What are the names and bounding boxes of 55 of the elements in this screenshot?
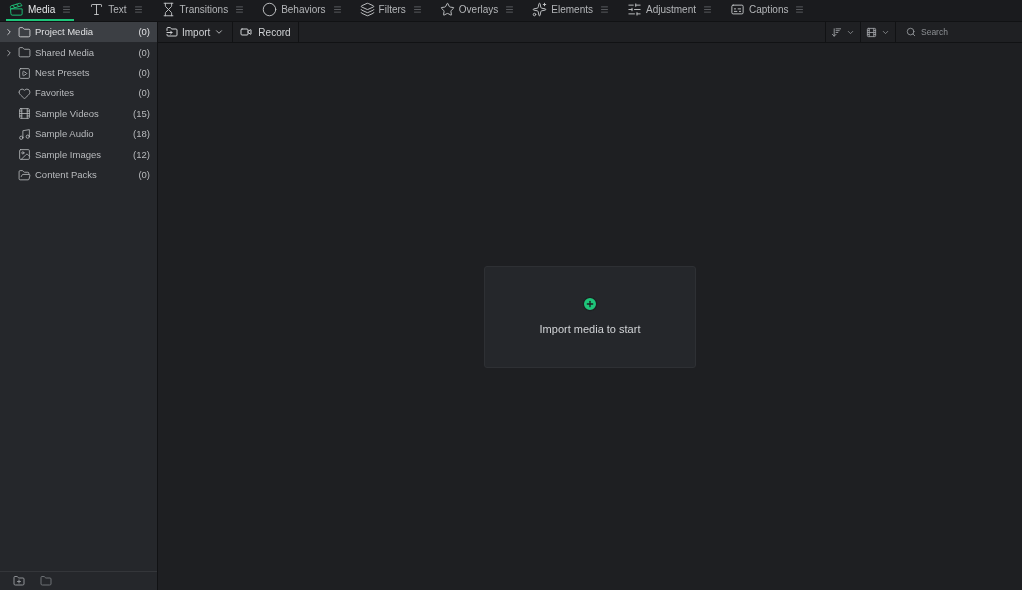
- sidebar-item[interactable]: Shared Media (0): [0, 42, 157, 63]
- sidebar-item[interactable]: Nest Presets (0): [0, 63, 157, 84]
- play-square-icon: [18, 66, 31, 80]
- sidebar-item[interactable]: Sample Audio (18): [0, 124, 157, 145]
- star-icon: [439, 2, 455, 17]
- folder-icon: [18, 46, 31, 60]
- folder-icon: [18, 168, 31, 182]
- film-icon: [18, 107, 31, 121]
- new-folder-icon[interactable]: [13, 575, 25, 587]
- sidebar-item[interactable]: Content Packs (0): [0, 165, 157, 186]
- tab[interactable]: Overlays: [436, 0, 518, 21]
- menu-icon[interactable]: [703, 5, 712, 14]
- sidebar-item[interactable]: Project Media (0): [0, 22, 157, 43]
- menu-icon[interactable]: [600, 5, 609, 14]
- chevron-down-icon: [214, 27, 225, 37]
- clapperboard-icon: [9, 2, 24, 17]
- menu-icon[interactable]: [332, 5, 342, 14]
- tab[interactable]: Behaviors: [259, 0, 345, 21]
- import-button[interactable]: Import: [158, 22, 234, 42]
- menu-icon[interactable]: [795, 5, 805, 14]
- folder-icon[interactable]: [40, 575, 52, 587]
- menu-icon[interactable]: [505, 5, 515, 14]
- sliders-icon: [627, 2, 642, 17]
- sidebar-item[interactable]: Sample Videos (15): [0, 103, 157, 124]
- camera-icon: [240, 26, 253, 38]
- sort-icon: [831, 26, 842, 38]
- music-icon: [18, 127, 31, 141]
- text-icon: [89, 2, 105, 17]
- chevron-icon[interactable]: [4, 27, 14, 38]
- search-field[interactable]: Search: [921, 25, 1021, 39]
- film-icon: [866, 26, 877, 38]
- record-button[interactable]: Record: [233, 22, 299, 42]
- menu-icon[interactable]: [235, 5, 245, 14]
- captions-icon: [730, 2, 745, 17]
- search-icon: [906, 27, 916, 37]
- empty-message: Import media to start: [539, 321, 641, 337]
- heart-icon: [18, 87, 31, 101]
- folder-icon: [166, 26, 178, 38]
- add-icon: [582, 295, 598, 312]
- sparkle-icon: [532, 2, 548, 17]
- folder-icon: [18, 25, 31, 39]
- tab[interactable]: Transitions: [157, 0, 248, 21]
- image-icon: [18, 148, 31, 162]
- tab[interactable]: Filters: [356, 0, 425, 21]
- menu-icon[interactable]: [133, 5, 143, 14]
- sidebar-item[interactable]: Favorites (0): [0, 83, 157, 104]
- tab[interactable]: Adjustment: [624, 0, 715, 21]
- menu-icon[interactable]: [62, 5, 72, 14]
- tab[interactable]: Captions: [727, 0, 808, 21]
- menu-icon[interactable]: [412, 5, 422, 14]
- import-card[interactable]: Import media to start: [484, 265, 696, 368]
- tab[interactable]: Text: [86, 0, 146, 21]
- chevron-icon[interactable]: [4, 47, 14, 58]
- tab[interactable]: Elements: [529, 0, 612, 21]
- sidebar-item[interactable]: Sample Images (12): [0, 144, 157, 165]
